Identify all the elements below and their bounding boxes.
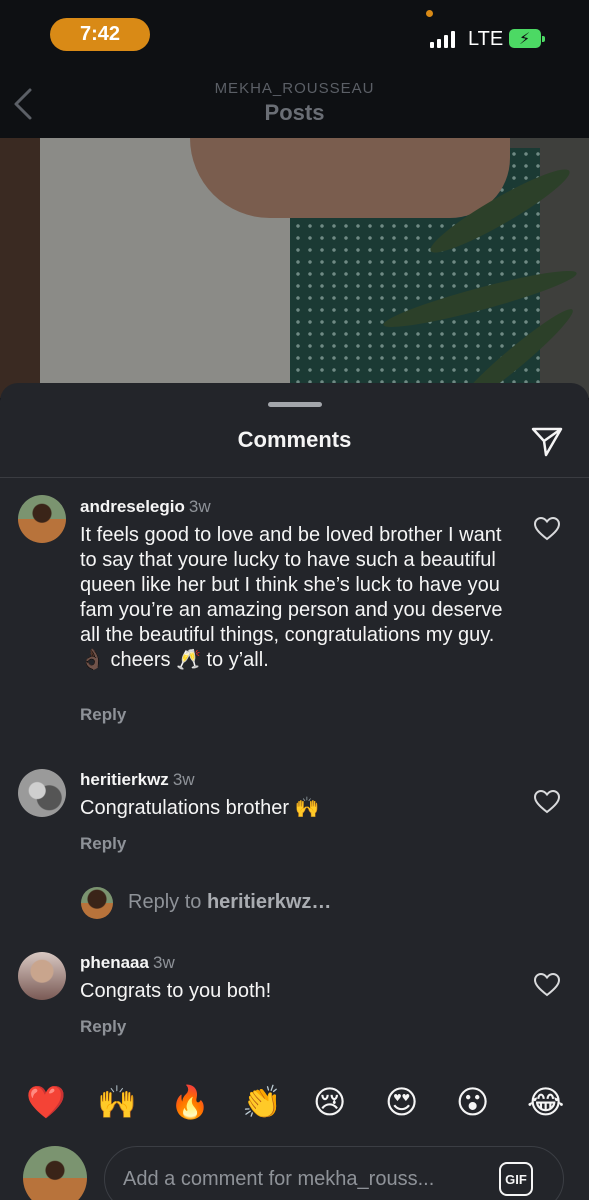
emoji-crying[interactable]: 😢 (313, 1083, 346, 1121)
comment-username[interactable]: andreselegio 3w (80, 497, 211, 517)
photo-arm (0, 138, 40, 398)
reply-button[interactable]: Reply (80, 1017, 126, 1037)
gif-button[interactable]: GIF (499, 1162, 533, 1196)
comment-time: 3w (172, 770, 195, 789)
reply-button[interactable]: Reply (80, 834, 126, 854)
emoji-heart[interactable]: ❤️ (26, 1083, 66, 1121)
post-photo (0, 138, 589, 398)
battery-icon: ⚡ (509, 29, 545, 48)
signal-icon (430, 30, 455, 48)
like-heart-icon[interactable] (534, 517, 560, 541)
comment-username-text[interactable]: andreselegio (80, 497, 185, 516)
reply-to-username: heritierkwz… (206, 891, 332, 913)
comments-sheet: Comments andreselegio 3w It feels good to… (0, 383, 589, 1200)
top-bar: 7:42 LTE ⚡ MEKHA_ROUSSEAU Posts (0, 0, 589, 138)
emoji-clapping[interactable]: 👏 (242, 1083, 282, 1121)
share-icon[interactable] (529, 423, 565, 459)
comment-username[interactable]: phenaaa 3w (80, 953, 175, 973)
privacy-indicator (426, 10, 433, 17)
comment-text: Congratulations brother 🙌 (80, 797, 320, 819)
sheet-grabber[interactable] (268, 402, 322, 407)
divider (0, 477, 589, 478)
status-time: 7:42 (50, 18, 150, 51)
network-type: LTE (468, 28, 504, 50)
comment-username[interactable]: heritierkwz 3w (80, 770, 195, 790)
quick-emoji-bar: ❤️ 🙌 🔥 👏 😢 😍 😮 😂 (0, 1083, 589, 1123)
like-heart-icon[interactable] (534, 790, 560, 814)
comment-composer: GIF (104, 1146, 564, 1200)
comment-username-text[interactable]: heritierkwz (80, 770, 169, 789)
avatar[interactable] (18, 769, 66, 817)
emoji-raised-hands[interactable]: 🙌 (97, 1083, 137, 1121)
avatar[interactable] (18, 495, 66, 543)
reply-avatar (81, 887, 113, 919)
comment-text: Congrats to you both! (80, 980, 272, 1002)
own-avatar (23, 1146, 87, 1200)
account-username: MEKHA_ROUSSEAU (214, 80, 375, 97)
reply-button[interactable]: Reply (80, 705, 126, 725)
page-title: Posts (264, 100, 325, 125)
avatar[interactable] (18, 952, 66, 1000)
reply-to-prefix: Reply to (128, 891, 207, 913)
comment-username-text[interactable]: phenaaa (80, 953, 149, 972)
photo-arm-right (190, 138, 510, 218)
like-heart-icon[interactable] (534, 973, 560, 997)
emoji-surprised[interactable]: 😮 (456, 1083, 489, 1121)
comment-text: It feels good to love and be loved broth… (80, 524, 503, 671)
comment-time: 3w (188, 497, 211, 516)
emoji-heart-eyes[interactable]: 😍 (385, 1083, 418, 1121)
emoji-laughing[interactable]: 😂 (527, 1083, 564, 1121)
emoji-fire[interactable]: 🔥 (170, 1083, 210, 1121)
sheet-title: Comments (237, 427, 352, 452)
reply-to-prompt[interactable]: Reply to heritierkwz… (128, 891, 331, 914)
comment-input[interactable] (123, 1161, 483, 1197)
comment-time: 3w (152, 953, 175, 972)
